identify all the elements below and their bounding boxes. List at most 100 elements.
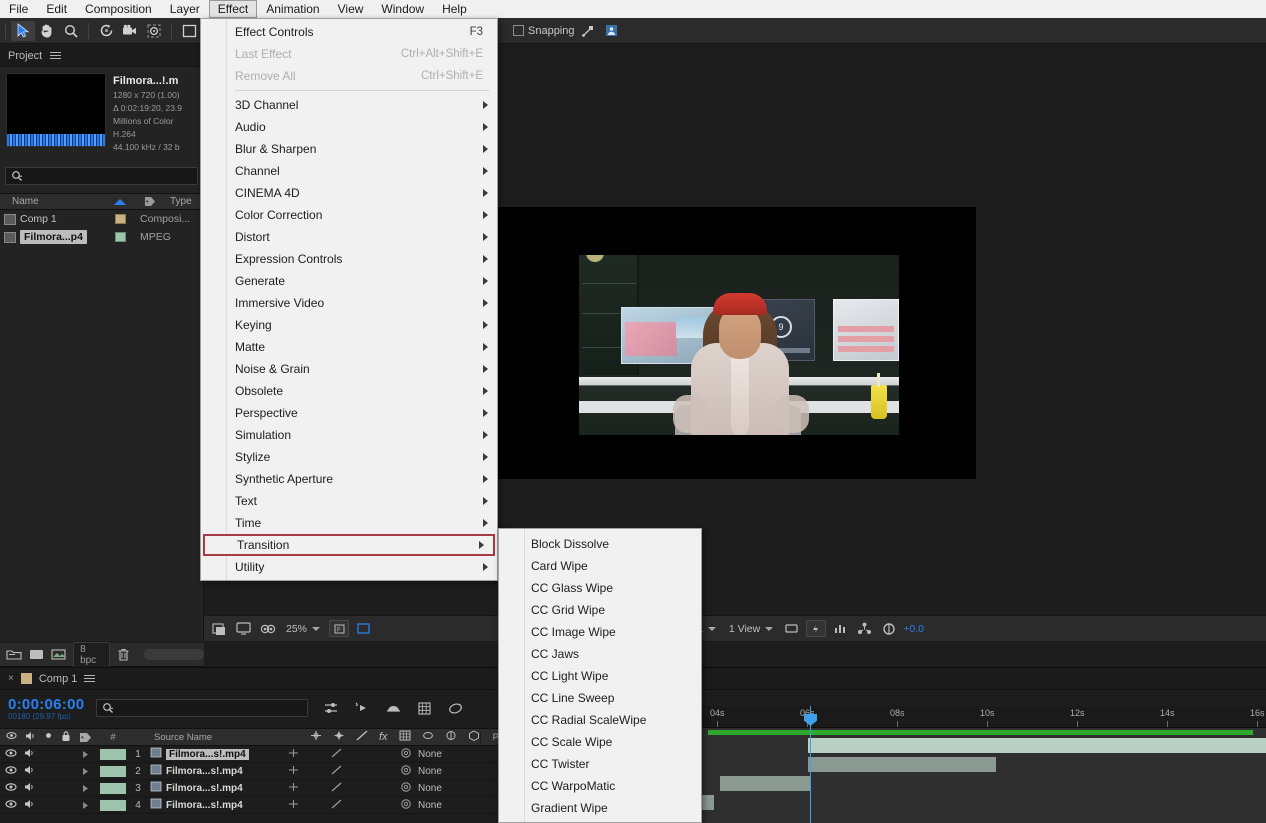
- layer-expand-arrow-icon[interactable]: [70, 767, 100, 776]
- layer-audio-icon[interactable]: [23, 747, 35, 762]
- layer-parent-value[interactable]: None: [418, 783, 442, 794]
- layer-parent-value[interactable]: None: [418, 800, 442, 811]
- sort-indicator-icon[interactable]: [105, 199, 135, 205]
- effect-category-simulation[interactable]: Simulation: [201, 424, 497, 446]
- current-time-display[interactable]: 0:00:06:00 00180 (29.97 fps): [0, 696, 84, 721]
- pickwhip-icon[interactable]: [400, 781, 412, 796]
- layer-shy-icon[interactable]: [288, 799, 299, 812]
- layer-shy-icon[interactable]: [288, 765, 299, 778]
- new-composition-icon[interactable]: [28, 646, 46, 663]
- layer-quality-icon[interactable]: [311, 799, 342, 812]
- effect-category-keying[interactable]: Keying: [201, 314, 497, 336]
- fast-preview-icon[interactable]: [258, 620, 277, 637]
- layer-name[interactable]: Filmora...s!.mp4: [166, 800, 243, 811]
- effect-category-blur-sharpen[interactable]: Blur & Sharpen: [201, 138, 497, 160]
- draft-3d-icon[interactable]: [353, 700, 372, 717]
- snap-arrow-icon[interactable]: [579, 22, 598, 39]
- camera-tool-icon[interactable]: [118, 21, 142, 41]
- layer-audio-icon[interactable]: [23, 798, 35, 813]
- effect-category-immersive-video[interactable]: Immersive Video: [201, 292, 497, 314]
- layer-expand-arrow-icon[interactable]: [70, 750, 100, 759]
- layer-expand-arrow-icon[interactable]: [70, 784, 100, 793]
- effect-category-cinema-4d[interactable]: CINEMA 4D: [201, 182, 497, 204]
- menu-window[interactable]: Window: [372, 0, 433, 18]
- layer-name[interactable]: Filmora...s!.mp4: [166, 749, 249, 760]
- pan-behind-tool-icon[interactable]: [142, 21, 166, 41]
- layer-parent-value[interactable]: None: [418, 766, 442, 777]
- composition-mini-flowchart-icon[interactable]: [322, 700, 341, 717]
- new-folder-icon[interactable]: [5, 646, 23, 663]
- menu-animation[interactable]: Animation: [257, 0, 328, 18]
- pickwhip-icon[interactable]: [400, 764, 412, 779]
- layer-parent-cell[interactable]: None: [400, 764, 488, 779]
- layer-name[interactable]: Filmora...s!.mp4: [166, 783, 243, 794]
- menu-file[interactable]: File: [0, 0, 37, 18]
- transition-item-cc-light-wipe[interactable]: CC Light Wipe: [499, 665, 701, 687]
- effect-category-3d-channel[interactable]: 3D Channel: [201, 94, 497, 116]
- zoom-tool-icon[interactable]: [59, 21, 83, 41]
- effect-category-noise-grain[interactable]: Noise & Grain: [201, 358, 497, 380]
- menu-help[interactable]: Help: [433, 0, 476, 18]
- work-area-bar[interactable]: [708, 730, 1253, 735]
- exposure-reset-icon[interactable]: [879, 620, 898, 637]
- effect-menu[interactable]: Effect ControlsF3Last EffectCtrl+Alt+Shi…: [200, 18, 498, 581]
- timeline-tab-label[interactable]: Comp 1: [39, 673, 78, 685]
- layer-visibility-icon[interactable]: [5, 781, 17, 796]
- layer-parent-cell[interactable]: None: [400, 747, 488, 762]
- effect-category-generate[interactable]: Generate: [201, 270, 497, 292]
- fast-previews-icon[interactable]: [806, 620, 826, 637]
- menu-composition[interactable]: Composition: [76, 0, 161, 18]
- project-row-comp1[interactable]: Comp 1 Composi...: [0, 210, 203, 228]
- layer-quality-icon[interactable]: [311, 748, 342, 761]
- layer-visibility-icon[interactable]: [5, 764, 17, 779]
- effect-category-text[interactable]: Text: [201, 490, 497, 512]
- selection-tool-icon[interactable]: [11, 21, 35, 41]
- transition-item-cc-scale-wipe[interactable]: CC Scale Wipe: [499, 731, 701, 753]
- layer-parent-cell[interactable]: None: [400, 798, 488, 813]
- effect-category-matte[interactable]: Matte: [201, 336, 497, 358]
- menu-layer[interactable]: Layer: [161, 0, 209, 18]
- layer-label-swatch[interactable]: [100, 800, 126, 811]
- effect-menu-item-effect-controls[interactable]: Effect ControlsF3: [201, 21, 497, 43]
- motion-blur-icon[interactable]: [446, 700, 465, 717]
- layer-audio-icon[interactable]: [23, 781, 35, 796]
- region-of-interest-icon[interactable]: [354, 620, 373, 637]
- effect-category-obsolete[interactable]: Obsolete: [201, 380, 497, 402]
- layer-visibility-icon[interactable]: [5, 798, 17, 813]
- pixel-aspect-icon[interactable]: [782, 620, 801, 637]
- resolution-icon[interactable]: F: [329, 620, 349, 637]
- rotation-tool-icon[interactable]: [94, 21, 118, 41]
- effect-category-time[interactable]: Time: [201, 512, 497, 534]
- column-name[interactable]: Name: [0, 196, 105, 207]
- transition-item-card-wipe[interactable]: Card Wipe: [499, 555, 701, 577]
- layer-expand-arrow-icon[interactable]: [70, 801, 100, 810]
- transition-item-cc-jaws[interactable]: CC Jaws: [499, 643, 701, 665]
- 3d-renderer-icon[interactable]: [855, 620, 874, 637]
- transition-item-cc-line-sweep[interactable]: CC Line Sweep: [499, 687, 701, 709]
- transition-item-cc-glass-wipe[interactable]: CC Glass Wipe: [499, 577, 701, 599]
- transition-item-cc-twister[interactable]: CC Twister: [499, 753, 701, 775]
- snap-target-icon[interactable]: [602, 22, 621, 39]
- timeline-layer-bar[interactable]: [700, 795, 714, 810]
- menu-effect[interactable]: Effect: [209, 0, 257, 18]
- transition-item-cc-warpomatic[interactable]: CC WarpoMatic: [499, 775, 701, 797]
- layer-shy-icon[interactable]: [288, 748, 299, 761]
- layer-quality-icon[interactable]: [311, 782, 342, 795]
- project-row-filmora[interactable]: Filmora...p4 MPEG: [0, 228, 203, 246]
- delete-icon[interactable]: [115, 646, 133, 663]
- layer-audio-icon[interactable]: [23, 764, 35, 779]
- snapping-control[interactable]: Snapping: [513, 22, 621, 39]
- hide-shy-layers-icon[interactable]: [384, 700, 403, 717]
- label-swatch[interactable]: [105, 232, 135, 242]
- layer-visibility-icon[interactable]: [5, 747, 17, 762]
- effect-category-perspective[interactable]: Perspective: [201, 402, 497, 424]
- current-timecode[interactable]: 0:00:06:00: [8, 696, 84, 713]
- layer-label-swatch[interactable]: [100, 749, 126, 760]
- exposure-value[interactable]: +0.0: [903, 623, 924, 635]
- timeline-layer-bar[interactable]: [720, 776, 810, 791]
- effect-category-color-correction[interactable]: Color Correction: [201, 204, 497, 226]
- menu-view[interactable]: View: [329, 0, 373, 18]
- transition-item-gradient-wipe[interactable]: Gradient Wipe: [499, 797, 701, 819]
- layer-parent-cell[interactable]: None: [400, 781, 488, 796]
- effect-category-utility[interactable]: Utility: [201, 556, 497, 578]
